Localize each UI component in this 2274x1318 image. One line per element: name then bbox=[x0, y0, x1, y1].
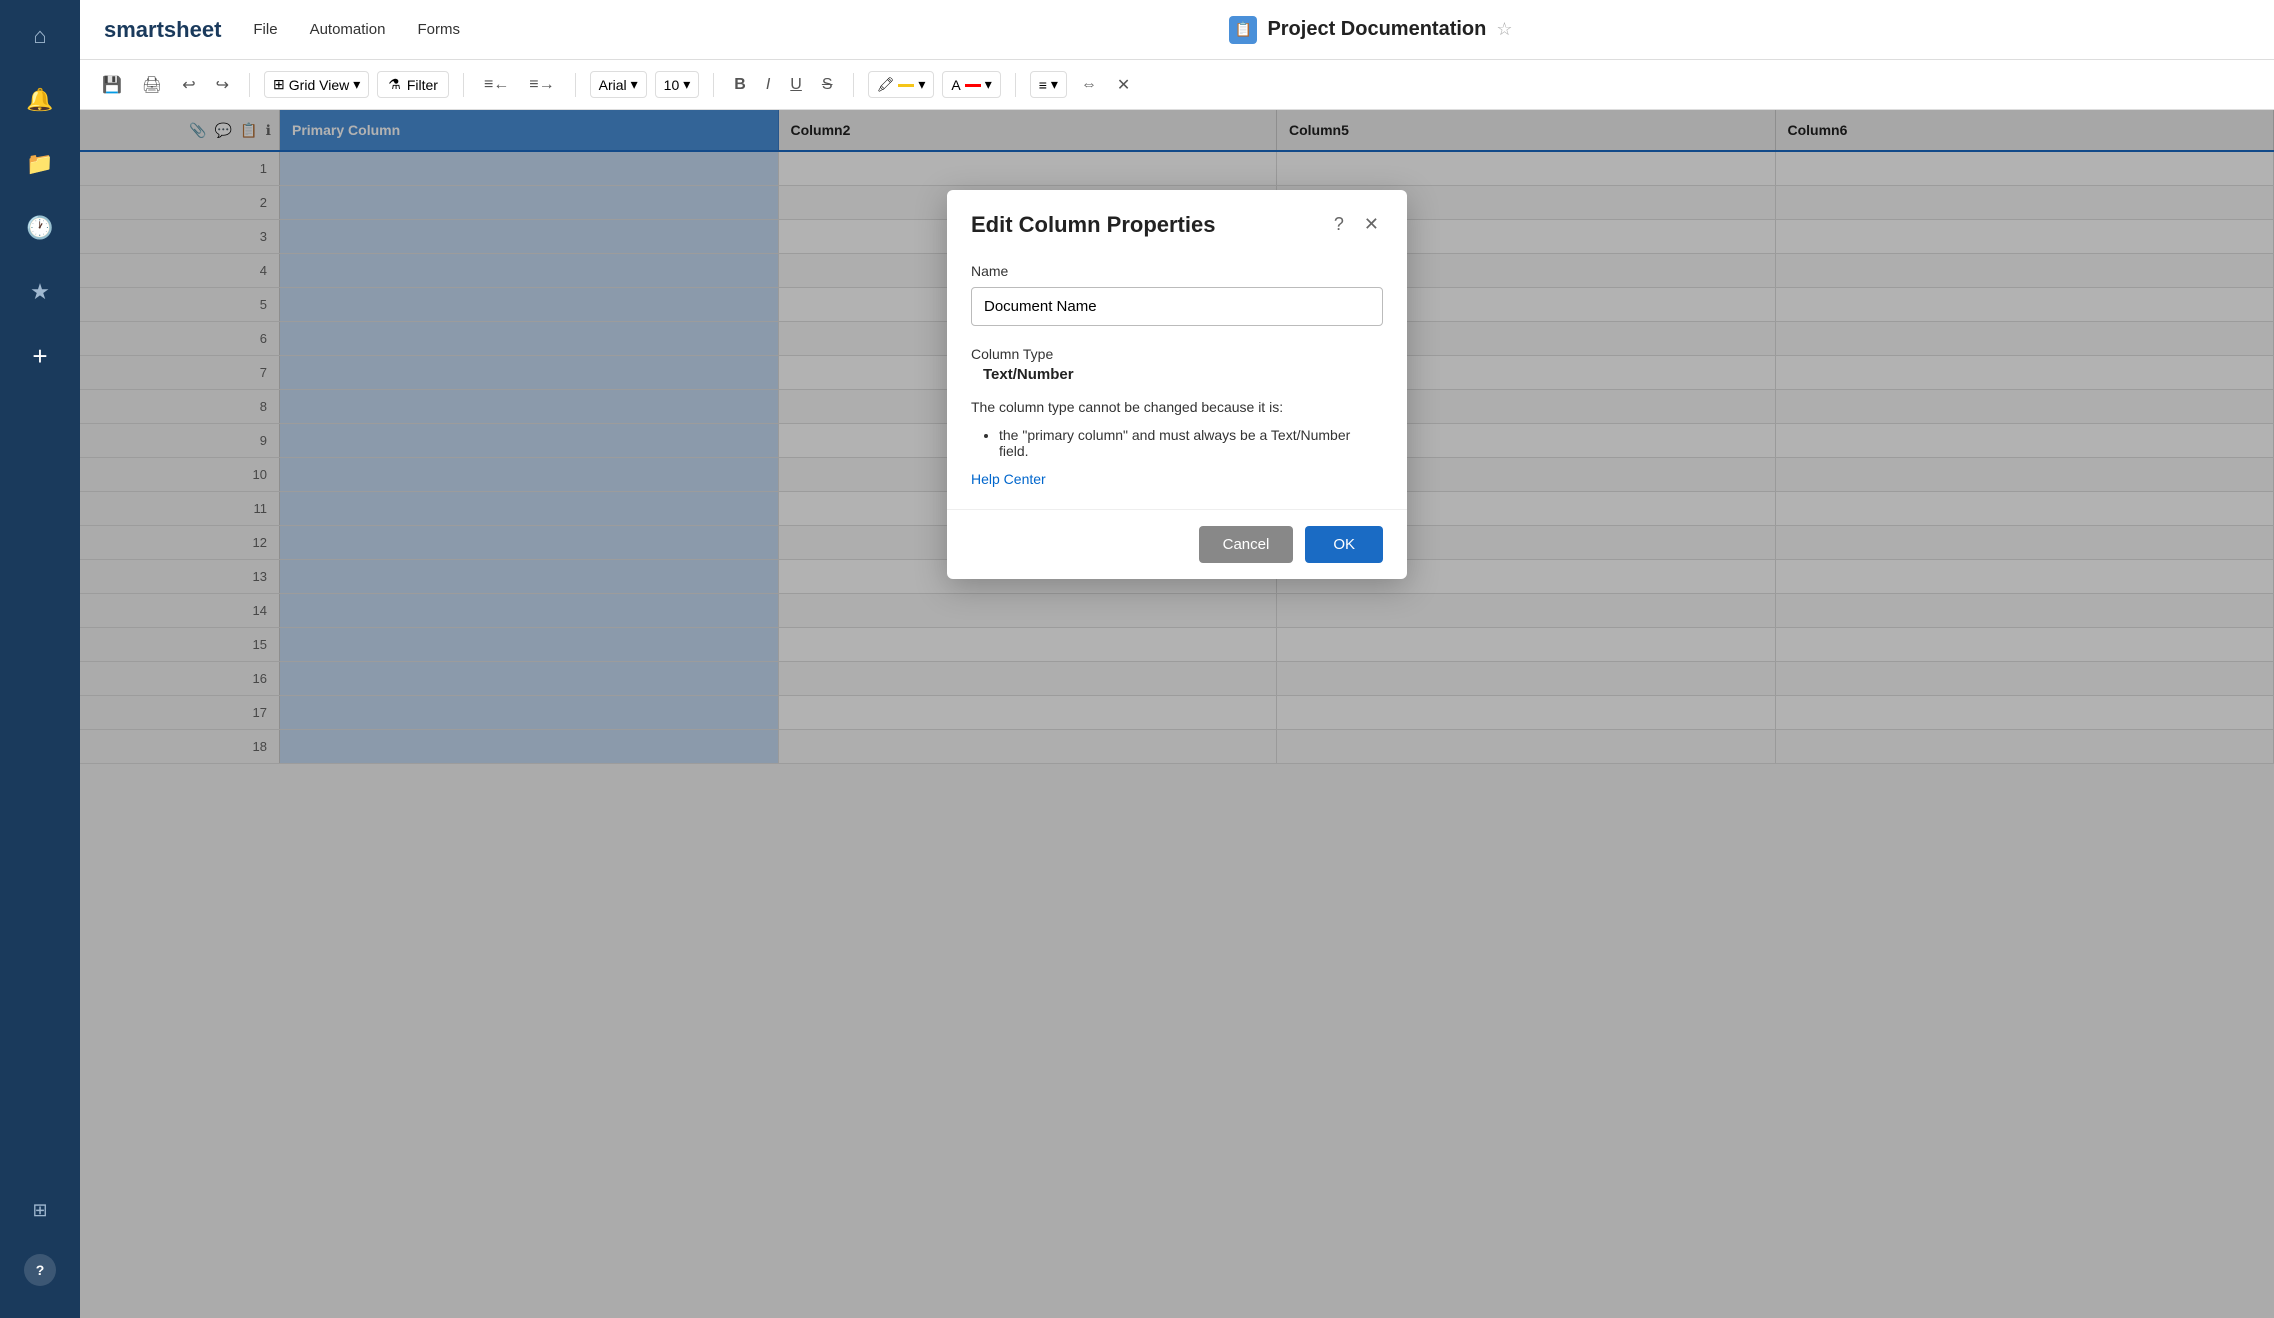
bell-icon[interactable]: 🔔 bbox=[20, 80, 60, 120]
plus-icon[interactable]: + bbox=[20, 336, 60, 376]
print-button[interactable]: 🖨 bbox=[136, 71, 168, 99]
app-logo: smartsheet bbox=[104, 17, 221, 43]
title-area: 📋 Project Documentation ☆ bbox=[492, 16, 2250, 44]
align-chevron-icon: ▾ bbox=[1051, 76, 1058, 93]
highlight-chevron-icon: ▾ bbox=[918, 76, 925, 93]
text-color-dropdown[interactable]: A ▾ bbox=[942, 71, 1000, 98]
align-dropdown[interactable]: ≡ ▾ bbox=[1030, 71, 1067, 98]
grid-view-icon: ⊞ bbox=[273, 76, 285, 93]
save-button[interactable]: 💾 bbox=[96, 71, 128, 99]
cancel-button[interactable]: Cancel bbox=[1199, 526, 1294, 563]
highlight-color-bar bbox=[898, 84, 914, 87]
text-color-icon: A bbox=[951, 77, 960, 93]
toolbar: 💾 🖨 ↩ ↪ ⊞ Grid View ▾ ⚗ Filter ≡← ≡→ Ari… bbox=[80, 60, 2274, 110]
indent-decrease-button[interactable]: ≡← bbox=[478, 72, 515, 98]
home-icon[interactable]: ⌂ bbox=[20, 16, 60, 56]
strikethrough-button[interactable]: S bbox=[816, 72, 839, 98]
sheet-icon: 📋 bbox=[1229, 16, 1257, 44]
name-label: Name bbox=[971, 263, 1383, 279]
modal-title: Edit Column Properties bbox=[971, 212, 1215, 238]
name-input[interactable] bbox=[971, 287, 1383, 326]
top-nav: File Automation Forms bbox=[253, 21, 460, 38]
modal-close-button[interactable]: ✕ bbox=[1360, 210, 1383, 239]
folder-icon[interactable]: 📁 bbox=[20, 144, 60, 184]
grid-view-chevron-icon: ▾ bbox=[353, 76, 360, 93]
toolbar-sep-1 bbox=[249, 73, 250, 97]
font-chevron-icon: ▾ bbox=[631, 76, 638, 93]
filter-icon: ⚗ bbox=[388, 76, 401, 93]
highlight-color-dropdown[interactable]: 🖍 ▾ bbox=[868, 71, 935, 98]
grid-icon[interactable]: ⊞ bbox=[20, 1190, 60, 1230]
grid-view-dropdown[interactable]: ⊞ Grid View ▾ bbox=[264, 71, 369, 98]
indent-increase-button[interactable]: ≡→ bbox=[523, 72, 560, 98]
modal-footer: Cancel OK bbox=[947, 509, 1407, 579]
underline-button[interactable]: U bbox=[784, 72, 808, 98]
italic-button[interactable]: I bbox=[760, 72, 776, 98]
redo-button[interactable]: ↪ bbox=[210, 71, 235, 99]
highlight-icon: 🖍 bbox=[877, 76, 895, 93]
font-label: Arial bbox=[599, 77, 627, 93]
sheet-title: Project Documentation bbox=[1267, 18, 1486, 41]
filter-button[interactable]: ⚗ Filter bbox=[377, 71, 449, 98]
font-size-dropdown[interactable]: 10 ▾ bbox=[655, 71, 700, 98]
favorite-star-icon[interactable]: ☆ bbox=[1496, 19, 1512, 40]
sidebar: ⌂ 🔔 📁 🕐 ★ + ⊞ ? bbox=[0, 0, 80, 1318]
topbar: smartsheet File Automation Forms 📋 Proje… bbox=[80, 0, 2274, 60]
bold-button[interactable]: B bbox=[728, 72, 752, 98]
undo-button[interactable]: ↩ bbox=[176, 71, 201, 99]
help-icon[interactable]: ? bbox=[24, 1254, 56, 1286]
restriction-list: the "primary column" and must always be … bbox=[971, 427, 1383, 459]
modal-help-button[interactable]: ? bbox=[1330, 210, 1348, 239]
edit-column-modal: Edit Column Properties ? ✕ Name Column T… bbox=[947, 190, 1407, 579]
filter-label: Filter bbox=[407, 77, 438, 93]
font-dropdown[interactable]: Arial ▾ bbox=[590, 71, 647, 98]
font-size-chevron-icon: ▾ bbox=[683, 76, 690, 93]
modal-body: Name Column Type Text/Number The column … bbox=[947, 255, 1407, 509]
star-icon[interactable]: ★ bbox=[20, 272, 60, 312]
modal-overlay: Edit Column Properties ? ✕ Name Column T… bbox=[80, 110, 2274, 1318]
nav-automation[interactable]: Automation bbox=[310, 21, 386, 38]
grid-view-label: Grid View bbox=[289, 77, 349, 93]
column-type-value: Text/Number bbox=[971, 366, 1383, 383]
column-type-label: Column Type bbox=[971, 346, 1383, 362]
nav-forms[interactable]: Forms bbox=[417, 21, 460, 38]
clock-icon[interactable]: 🕐 bbox=[20, 208, 60, 248]
nav-file[interactable]: File bbox=[253, 21, 277, 38]
modal-header-icons: ? ✕ bbox=[1330, 210, 1383, 239]
toolbar-sep-5 bbox=[853, 73, 854, 97]
font-size-label: 10 bbox=[664, 77, 680, 93]
help-center-link[interactable]: Help Center bbox=[971, 471, 1046, 487]
toolbar-sep-6 bbox=[1015, 73, 1016, 97]
restriction-item: the "primary column" and must always be … bbox=[999, 427, 1383, 459]
text-color-chevron-icon: ▾ bbox=[985, 76, 992, 93]
ok-button[interactable]: OK bbox=[1305, 526, 1383, 563]
grid-area: 📎 💬 📋 ℹ Primary Column Column2 Column5 C… bbox=[80, 110, 2274, 1318]
toolbar-sep-3 bbox=[575, 73, 576, 97]
align-icon: ≡ bbox=[1039, 77, 1047, 93]
wrap-text-button[interactable]: ⇔ bbox=[1075, 72, 1103, 98]
toolbar-sep-4 bbox=[713, 73, 714, 97]
restriction-text: The column type cannot be changed becaus… bbox=[971, 399, 1383, 415]
logo-area: ⌂ bbox=[20, 16, 60, 56]
clear-format-button[interactable]: ✕ bbox=[1111, 71, 1136, 99]
text-color-bar bbox=[965, 84, 981, 87]
toolbar-sep-2 bbox=[463, 73, 464, 97]
main-area: smartsheet File Automation Forms 📋 Proje… bbox=[80, 0, 2274, 1318]
modal-header: Edit Column Properties ? ✕ bbox=[947, 190, 1407, 255]
